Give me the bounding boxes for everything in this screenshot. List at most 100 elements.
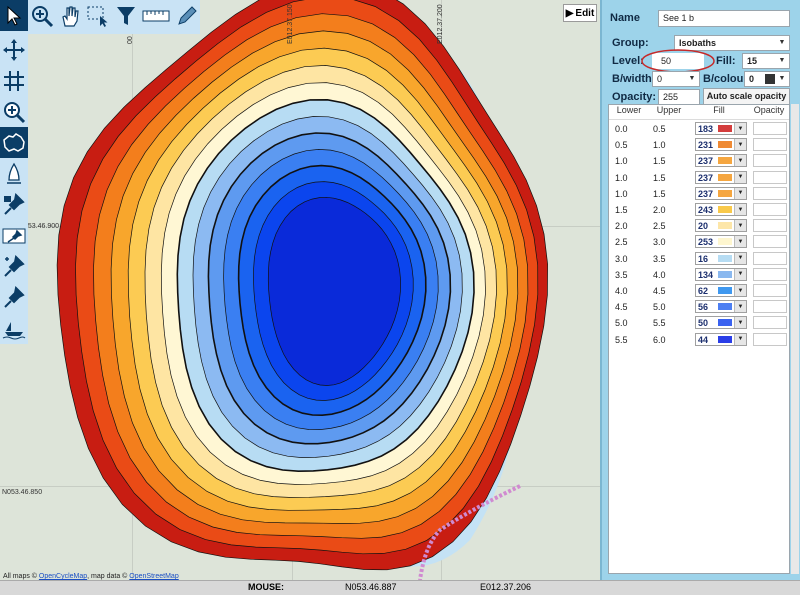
opacity-cell[interactable]	[753, 138, 787, 152]
table-row[interactable]: 4.0 4.5 62 ▼	[609, 283, 789, 299]
pan-hand-tool-button[interactable]	[56, 0, 84, 31]
pen-tool-button[interactable]	[172, 0, 200, 31]
map-view[interactable]: 00 E012.37.150 E012.37.200 053.46.900 N0…	[0, 0, 600, 594]
fill-select[interactable]: 44 ▼	[695, 332, 747, 346]
fill-swatch	[718, 125, 732, 132]
fill-value: 62	[698, 286, 709, 296]
fill-select[interactable]: 253 ▼	[695, 235, 747, 249]
chevron-down-icon: ▼	[734, 317, 746, 329]
fill-value: 16	[698, 253, 709, 264]
fill-value: 231	[698, 140, 714, 151]
filter-tool-button[interactable]	[112, 0, 140, 31]
fill-select[interactable]: 56 ▼	[695, 300, 747, 314]
lower-cell: 5.5	[615, 334, 628, 345]
move-tool-button[interactable]	[0, 34, 28, 65]
zoom-tool-button[interactable]	[0, 96, 28, 127]
pin-tool-button[interactable]	[0, 282, 28, 313]
fill-value: 237	[698, 188, 714, 199]
upper-cell: 4.0	[653, 269, 666, 280]
opacity-cell[interactable]	[753, 203, 787, 216]
grid-label-lat: N053.46.850	[2, 489, 43, 496]
table-row[interactable]: 2.0 2.5 20 ▼	[609, 218, 789, 234]
fill-swatch	[718, 206, 732, 213]
opacity-cell[interactable]	[753, 251, 787, 265]
opacity-cell[interactable]	[753, 122, 787, 135]
mark-tool-button[interactable]	[0, 220, 28, 251]
fill-select[interactable]: 16 ▼	[695, 251, 747, 265]
fill-select[interactable]: 134 ▼	[695, 267, 747, 281]
opacity-cell[interactable]	[753, 154, 787, 168]
opacity-cell[interactable]	[753, 267, 787, 281]
pin-lock-tool-button[interactable]	[0, 189, 28, 220]
fill-select[interactable]: 20 ▼	[695, 219, 747, 233]
chevron-down-icon: ▼	[734, 301, 746, 313]
bcolour-swatch	[765, 74, 775, 84]
table-row[interactable]: 5.5 6.0 44 ▼	[609, 332, 789, 348]
select-area-tool-button[interactable]	[84, 0, 112, 31]
upper-cell: 3.0	[653, 237, 666, 248]
upper-cell: 5.5	[653, 318, 666, 329]
fill-select[interactable]: 183 ▼	[695, 122, 747, 135]
table-row[interactable]: 3.5 4.0 134 ▼	[609, 267, 789, 283]
fill-select[interactable]: 237 ▼	[695, 154, 747, 168]
table-row[interactable]: 5.0 5.5 50 ▼	[609, 315, 789, 331]
measure-tool-button[interactable]	[140, 0, 172, 31]
lower-cell: 1.5	[615, 205, 628, 215]
edit-button[interactable]: ▶ Edit	[563, 4, 597, 22]
fill-swatch	[718, 157, 732, 165]
table-row[interactable]: 0.0 0.5 183 ▼	[609, 121, 789, 137]
lower-cell: 5.0	[615, 318, 628, 329]
buoy-tool-button[interactable]	[0, 158, 28, 189]
fill-label: Fill:	[716, 55, 736, 67]
opacity-cell[interactable]	[753, 186, 787, 200]
opacity-input[interactable]: 255	[658, 89, 700, 105]
lower-cell: 0.5	[615, 140, 628, 151]
fill-select[interactable]: 237 ▼	[695, 170, 747, 184]
opacity-cell[interactable]	[753, 235, 787, 249]
boat-tool-button[interactable]	[0, 313, 28, 344]
zoom-in-tool-button[interactable]	[28, 0, 56, 31]
opacity-cell[interactable]	[753, 170, 787, 184]
upper-cell: 1.5	[653, 188, 666, 199]
select-area-icon	[87, 6, 108, 27]
table-row[interactable]: 1.0 1.5 237 ▼	[609, 153, 789, 169]
table-row[interactable]: 3.0 3.5 16 ▼	[609, 251, 789, 267]
pen-icon	[178, 5, 197, 25]
opencyclemap-link[interactable]: OpenCycleMap	[39, 573, 87, 580]
table-scrollbar[interactable]	[791, 104, 799, 574]
openstreetmap-link[interactable]: OpenStreetMap	[129, 573, 178, 580]
table-row[interactable]: 1.0 1.5 237 ▼	[609, 186, 789, 202]
chevron-down-icon: ▼	[734, 187, 746, 199]
region-tool-button[interactable]	[0, 127, 28, 158]
fill-swatch	[718, 254, 732, 262]
upper-cell: 5.0	[653, 302, 666, 313]
fill-select[interactable]: 50 ▼	[695, 316, 747, 330]
bcolour-select[interactable]: 0 ▼	[744, 71, 790, 87]
table-row[interactable]: 1.0 1.5 237 ▼	[609, 170, 789, 186]
bwidth-select[interactable]: 0 ▼	[652, 71, 700, 87]
pointer-tool-button[interactable]	[0, 0, 28, 31]
fill-value: 243	[698, 205, 714, 215]
properties-panel: Name See 1 b Group: Isobaths ▼ Level: 50…	[600, 0, 800, 594]
opacity-cell[interactable]	[753, 316, 787, 330]
fill-select[interactable]: 237 ▼	[695, 186, 747, 200]
opacity-label: Opacity:	[612, 91, 657, 103]
fill-select[interactable]: 15 ▼	[742, 53, 790, 69]
grid-tool-button[interactable]	[0, 65, 28, 96]
opacity-cell[interactable]	[753, 332, 787, 346]
bwidth-label: B/width:	[612, 73, 656, 85]
name-input[interactable]: See 1 b	[658, 10, 790, 27]
fill-select[interactable]: 243 ▼	[695, 203, 747, 216]
opacity-cell[interactable]	[753, 300, 787, 314]
opacity-cell[interactable]	[753, 284, 787, 297]
table-row[interactable]: 0.5 1.0 231 ▼	[609, 137, 789, 153]
table-row[interactable]: 1.5 2.0 243 ▼	[609, 202, 789, 218]
auto-scale-opacity-button[interactable]: Auto scale opacity	[703, 88, 790, 105]
table-row[interactable]: 2.5 3.0 253 ▼	[609, 234, 789, 250]
fill-select[interactable]: 62 ▼	[695, 284, 747, 297]
opacity-cell[interactable]	[753, 219, 787, 233]
pins-tool-button[interactable]	[0, 251, 28, 282]
grid-label-lon: 00	[127, 36, 134, 44]
fill-select[interactable]: 231 ▼	[695, 138, 747, 152]
table-row[interactable]: 4.5 5.0 56 ▼	[609, 299, 789, 315]
